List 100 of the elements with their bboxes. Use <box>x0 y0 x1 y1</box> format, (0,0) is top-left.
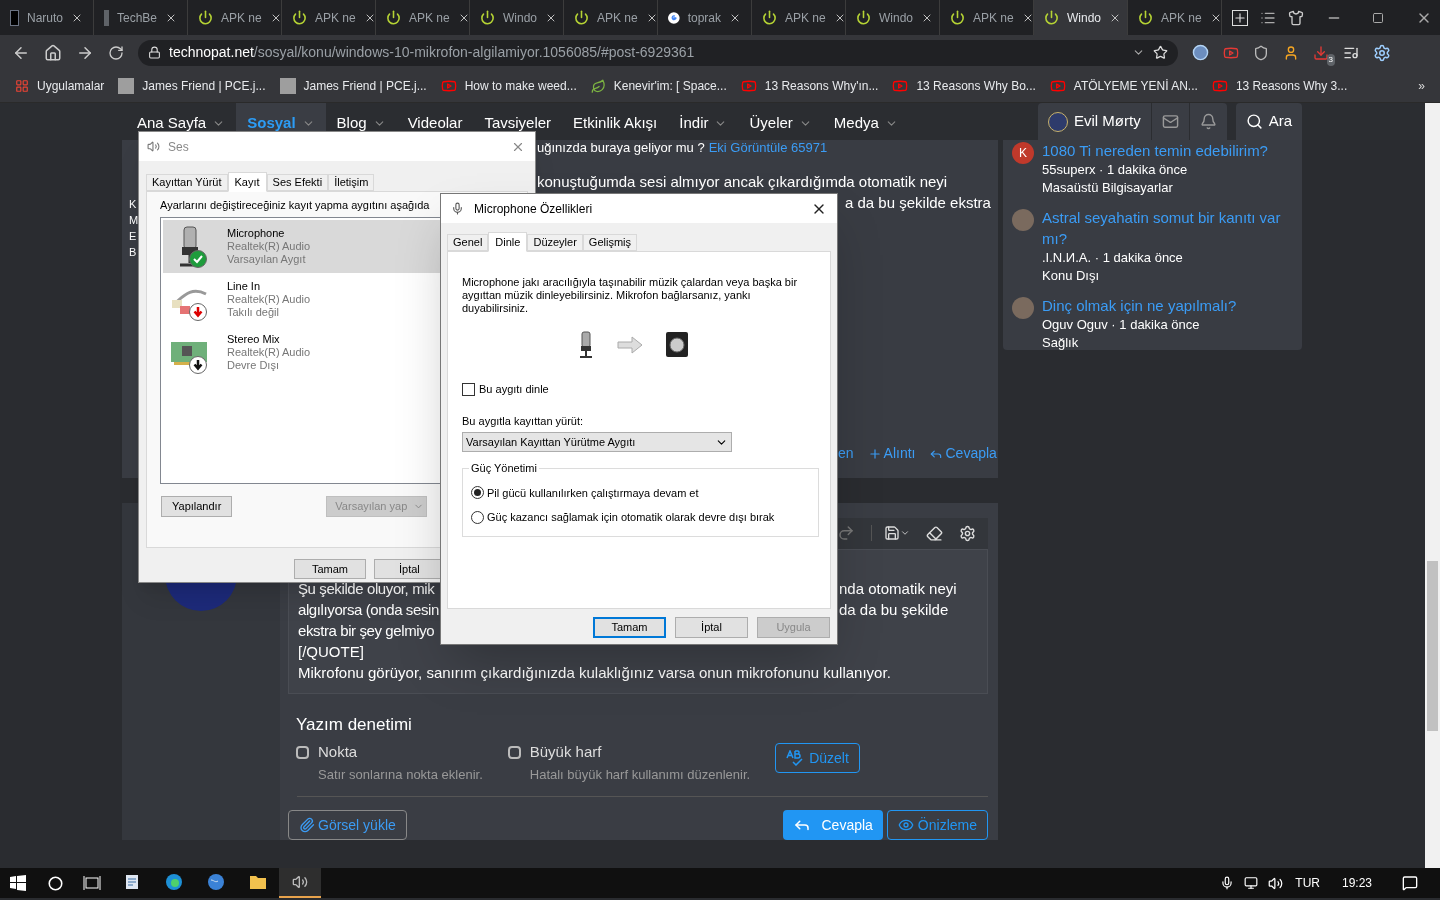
folder-icon <box>249 874 267 890</box>
checkbox[interactable] <box>507 745 521 759</box>
network-icon[interactable] <box>1244 876 1259 890</box>
upload-image-button[interactable]: Görsel yükle <box>288 810 407 840</box>
text-fragment: B <box>129 245 137 260</box>
task-view-icon[interactable] <box>83 876 101 890</box>
bookmark[interactable]: Kenevir'im: [ Space... <box>590 77 727 95</box>
checkbox[interactable] <box>462 382 475 396</box>
microphone-icon <box>451 202 464 215</box>
search-button[interactable]: Ara <box>1235 103 1302 140</box>
redo-icon[interactable] <box>837 524 855 543</box>
nav-link[interactable]: Blog <box>325 103 397 140</box>
radio-button[interactable] <box>471 486 484 500</box>
power-icon <box>574 10 589 25</box>
dialog-tab[interactable]: Kayıt <box>227 172 267 192</box>
new-tab-button[interactable] <box>1232 9 1248 26</box>
tab-title: APK ne <box>785 9 826 27</box>
thread-meta: 55superx · 1 dakika önce <box>1042 161 1189 179</box>
clock[interactable]: 19:23 <box>1341 874 1372 892</box>
scrollbar[interactable] <box>1425 103 1440 868</box>
download-icon[interactable] <box>1313 44 1329 61</box>
taskbar-app[interactable] <box>279 868 321 898</box>
notifications-icon[interactable] <box>1402 875 1418 891</box>
settings-icon[interactable] <box>959 524 976 542</box>
playback-device-select[interactable]: Varsayılan Kayıttan Yürütme Aygıtı <box>462 432 732 452</box>
globe-icon <box>207 873 225 891</box>
dialog-button[interactable]: Tamam <box>593 617 666 638</box>
device-status: Devre Dışı <box>227 359 280 372</box>
editor-text: Mikrofonu görüyor, sanırım çıkardığınızda kulaklığınız varsa onun mikrofonunu kullanıyor. <box>298 662 892 683</box>
bookmark[interactable]: 13 Reasons Why 3... <box>1211 77 1348 95</box>
post-action-link[interactable]: en <box>838 443 854 464</box>
device-name: Microphone <box>227 227 286 240</box>
home-button[interactable] <box>44 43 62 62</box>
shirt-icon[interactable] <box>1288 9 1304 26</box>
tab-title: APK ne <box>1161 9 1202 27</box>
editor-text: [/QUOTE] <box>298 641 365 662</box>
more-bookmarks-button[interactable]: » <box>1418 77 1425 95</box>
plus-icon <box>867 446 882 461</box>
tab-title: APK ne <box>409 9 450 27</box>
save-icon[interactable] <box>884 525 900 542</box>
maximize-button[interactable] <box>1372 11 1384 24</box>
thread-link[interactable]: 1080 Ti nereden temin edebilirim? <box>1042 140 1268 161</box>
dialog-tab[interactable]: Genel <box>447 234 489 251</box>
bookmark[interactable]: ATÖLYEME YENİ AN... <box>1049 77 1198 95</box>
speaker-icon <box>147 140 160 153</box>
power-icon <box>480 10 495 25</box>
play-icon <box>1049 78 1066 94</box>
microphone-icon[interactable] <box>1220 876 1235 890</box>
search-icon[interactable] <box>48 875 63 891</box>
windows-start-button[interactable] <box>10 875 26 891</box>
nav-link[interactable]: Ana Sayfa <box>126 103 237 140</box>
contrast-icon[interactable] <box>1192 44 1209 61</box>
avatar: K <box>1012 142 1034 164</box>
shield-icon[interactable] <box>1253 44 1269 61</box>
nav-link[interactable]: Üyeler <box>738 103 823 140</box>
eraser-icon[interactable] <box>926 524 943 542</box>
page-icon <box>104 9 109 26</box>
device-name: Stereo Mix <box>227 333 281 346</box>
bookmark[interactable]: James Friend | PCE.j... <box>279 77 427 95</box>
thread-link[interactable]: Dinç olmak için ne yapılmalı? <box>1042 295 1237 316</box>
quote-link[interactable]: Alıntı <box>867 443 916 464</box>
dialog-tab[interactable]: Ses Efekti <box>266 174 329 191</box>
bookmark[interactable]: 13 Reasons Why Bo... <box>892 77 1036 95</box>
settings-icon[interactable] <box>1373 43 1391 62</box>
bookmark[interactable]: Uygulamalar <box>15 77 105 95</box>
volume-icon[interactable] <box>1268 875 1284 891</box>
reply-link[interactable]: Cevapla <box>929 443 997 464</box>
group-title: Güç Yönetimi <box>470 461 538 476</box>
power-icon <box>1044 10 1059 25</box>
bookmark[interactable]: James Friend | PCE.j... <box>118 77 266 95</box>
ok-button[interactable]: Tamam <box>294 559 366 579</box>
preview-button[interactable]: Önizleme <box>886 810 988 840</box>
dialog-button[interactable]: İptal <box>675 617 748 638</box>
dialog-tab[interactable]: Düzeyler <box>527 234 583 251</box>
bookmark[interactable]: 13 Reasons Why'ın... <box>740 77 879 95</box>
paperclip-icon <box>299 817 315 833</box>
reload-button[interactable] <box>108 44 124 61</box>
browser-tab[interactable]: Windo <box>1034 0 1128 35</box>
post-text: a da bu şekilde ekstra <box>845 192 992 213</box>
bookmark[interactable]: How to make weed... <box>440 77 577 95</box>
thread-link[interactable]: Astral seyahatin somut bir kanıtı var mı? <box>1042 207 1293 249</box>
dialog-tab[interactable]: İletişim <box>328 174 375 191</box>
language-indicator[interactable]: TUR <box>1295 874 1320 892</box>
nav-link[interactable]: Etkinlik Akışı <box>562 103 669 140</box>
address-bar[interactable]: technopat.net/sosyal/konu/windows-10-mikrofon-algilamiyor.1056085/#post-6929361 <box>138 39 1178 66</box>
radio-button[interactable] <box>471 510 484 524</box>
person-icon[interactable] <box>1283 44 1299 61</box>
tab-title: Naruto <box>26 9 63 27</box>
dialog-tab[interactable]: Dinle <box>488 232 528 252</box>
avatar <box>1012 209 1034 231</box>
nav-link[interactable]: Medya <box>822 103 909 140</box>
dialog-tab[interactable]: Kayıttan Yürüt <box>146 174 228 191</box>
tab-title: APK ne <box>973 9 1014 27</box>
configure-button[interactable]: Yapılandır <box>161 496 233 517</box>
checkbox[interactable] <box>296 745 309 759</box>
bookmark-star-icon[interactable] <box>1153 45 1168 60</box>
post-text: uğınızda buraya geliyor mu ? <box>537 139 705 157</box>
attachment-link[interactable]: Eki Görüntüle 65971 <box>708 138 828 158</box>
dialog-tab[interactable]: Gelişmiş <box>582 234 637 251</box>
nav-link[interactable]: İndir <box>668 103 739 140</box>
